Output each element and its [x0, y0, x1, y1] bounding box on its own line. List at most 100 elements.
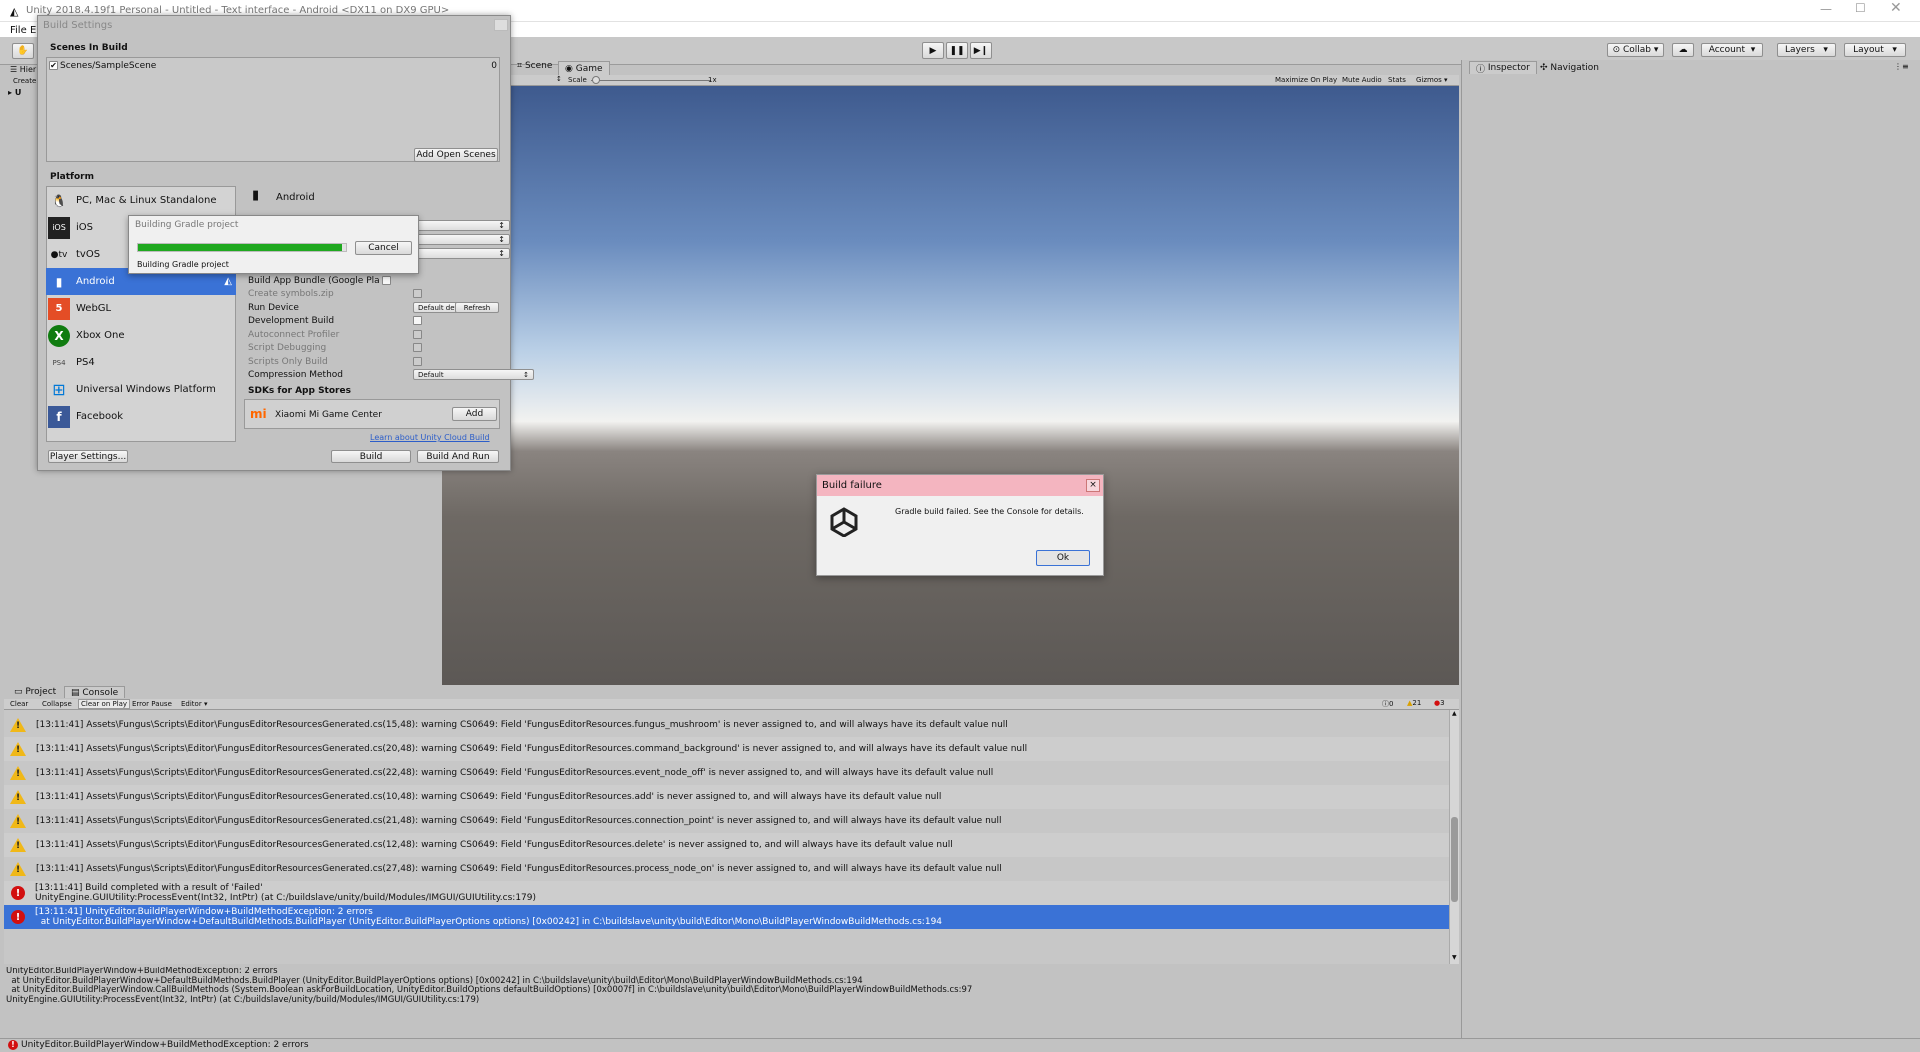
platform-facebook[interactable]: f Facebook [46, 403, 236, 430]
warning-count[interactable]: ▲21 [1407, 699, 1421, 707]
minimize-button[interactable]: — [1820, 2, 1832, 16]
error-icon: ! [11, 910, 25, 924]
play-button[interactable]: ▶ [922, 42, 944, 59]
inspector-tab[interactable]: ⓘ Inspector [1469, 61, 1537, 75]
ios-icon: iOS [48, 216, 70, 239]
build-app-bundle-checkbox[interactable] [381, 276, 391, 285]
console-toolbar: Clear Collapse Clear on Play Error Pause… [4, 699, 1459, 710]
navigation-tab[interactable]: ✣ Navigation [1534, 61, 1605, 74]
display-dropdown-arrow[interactable]: ↕ [556, 75, 562, 83]
scale-slider-thumb[interactable] [592, 76, 600, 84]
log-row[interactable]: [13:11:41] Assets\Fungus\Scripts\Editor\… [4, 737, 1449, 761]
create-dropdown[interactable]: Create [13, 77, 36, 85]
failure-message: Gradle build failed. See the Console for… [895, 507, 1084, 516]
failure-close-button[interactable]: × [1086, 479, 1100, 492]
scene-name: Scenes/SampleScene [60, 60, 157, 71]
clear-button[interactable]: Clear [10, 700, 28, 708]
log-row-selected[interactable]: ! [13:11:41] UnityEditor.BuildPlayerWindo… [4, 905, 1449, 929]
game-tab[interactable]: ◉ Game [558, 61, 610, 75]
hierarchy-root[interactable]: ▸ U [8, 88, 21, 97]
console-scrollbar[interactable]: ▲ ▼ [1449, 710, 1459, 964]
stats-toggle[interactable]: Stats [1388, 76, 1406, 84]
log-row[interactable]: [13:11:41] Assets\Fungus\Scripts\Editor\… [4, 713, 1449, 737]
cloud-button[interactable]: ☁ [1672, 43, 1694, 57]
pause-button[interactable]: ❚❚ [946, 42, 968, 59]
scroll-up-arrow[interactable]: ▲ [1452, 710, 1457, 717]
error-pause-toggle[interactable]: Error Pause [132, 700, 172, 708]
menu-file[interactable]: File [10, 25, 27, 36]
progress-status: Building Gradle project [137, 260, 229, 269]
maximize-button[interactable]: ☐ [1855, 1, 1866, 15]
build-button[interactable]: Build [331, 450, 411, 463]
webgl-icon: 5 [48, 297, 70, 320]
warning-icon [10, 717, 26, 733]
status-bar[interactable]: ! UnityEditor.BuildPlayerWindow+BuildMet… [0, 1038, 1920, 1052]
close-build-settings-button[interactable] [494, 19, 508, 31]
log-count[interactable]: ⓘ0 [1382, 699, 1393, 709]
scripts-only-checkbox[interactable] [413, 357, 422, 366]
step-button[interactable]: ▶❙ [970, 42, 992, 59]
scroll-down-arrow[interactable]: ▼ [1452, 954, 1457, 961]
close-window-button[interactable]: ✕ [1890, 0, 1902, 16]
clear-on-play-toggle[interactable]: Clear on Play [78, 699, 131, 709]
script-debugging-checkbox[interactable] [413, 343, 422, 352]
create-symbols-checkbox[interactable] [413, 289, 422, 298]
layout-dropdown[interactable]: Layout ▾ [1844, 43, 1906, 57]
editor-dropdown[interactable]: Editor ▾ [181, 700, 207, 708]
gizmos-dropdown[interactable]: Gizmos ▾ [1416, 76, 1448, 84]
selected-platform-name: Android [276, 192, 315, 203]
log-row[interactable]: [13:11:41] Assets\Fungus\Scripts\Editor\… [4, 857, 1449, 881]
game-view[interactable] [442, 86, 1459, 685]
player-settings-button[interactable]: Player Settings... [48, 450, 128, 463]
platform-ps4[interactable]: PS4 PS4 [46, 349, 236, 376]
platform-pc[interactable]: 🐧 PC, Mac & Linux Standalone [46, 187, 236, 214]
warning-icon [10, 861, 26, 877]
add-open-scenes-button[interactable]: Add Open Scenes [414, 148, 498, 162]
refresh-button[interactable]: Refresh [455, 302, 499, 313]
mute-audio-toggle[interactable]: Mute Audio [1342, 76, 1382, 84]
log-row[interactable]: [13:11:41] Assets\Fungus\Scripts\Editor\… [4, 833, 1449, 857]
log-row[interactable]: [13:11:41] Assets\Fungus\Scripts\Editor\… [4, 809, 1449, 833]
progress-dialog: Building Gradle project Cancel Building … [128, 215, 419, 274]
create-symbols-row: Create symbols.zip [248, 287, 512, 300]
development-build-checkbox[interactable] [413, 316, 422, 325]
scene-checkbox[interactable] [49, 61, 58, 70]
collapse-toggle[interactable]: Collapse [42, 700, 72, 708]
log-row[interactable]: [13:11:41] Assets\Fungus\Scripts\Editor\… [4, 761, 1449, 785]
scroll-thumb[interactable] [1451, 817, 1458, 902]
cloud-build-link[interactable]: Learn about Unity Cloud Build [370, 433, 490, 442]
log-row[interactable]: [13:11:41] Assets\Fungus\Scripts\Editor\… [4, 785, 1449, 809]
scene-item[interactable]: Scenes/SampleScene 0 [49, 60, 497, 71]
platform-webgl[interactable]: 5 WebGL [46, 295, 236, 322]
collab-dropdown[interactable]: ⊙ Collab ▾ [1607, 43, 1664, 57]
layers-dropdown[interactable]: Layers ▾ [1777, 43, 1836, 57]
scene-tab[interactable]: ⌗ Scene [517, 61, 552, 75]
warning-icon [10, 789, 26, 805]
platform-xbox[interactable]: X Xbox One [46, 322, 236, 349]
error-count[interactable]: ●3 [1434, 699, 1445, 707]
cancel-button[interactable]: Cancel [355, 241, 412, 255]
autoconnect-profiler-row: Autoconnect Profiler [248, 328, 512, 341]
compression-method-dropdown[interactable]: Default ↕ [413, 369, 534, 380]
info-icon: ⓘ [1476, 64, 1488, 75]
project-tab[interactable]: ▭ Project [8, 686, 62, 698]
hand-tool-button[interactable]: ✋ [12, 43, 34, 59]
scale-slider[interactable] [591, 80, 711, 81]
platform-uwp[interactable]: ⊞ Universal Windows Platform [46, 376, 236, 403]
menu-edit[interactable]: E [30, 25, 36, 36]
console-tab[interactable]: ▤ Console [64, 686, 126, 698]
autoconnect-profiler-checkbox[interactable] [413, 330, 422, 339]
selected-platform-icon: ▮ [252, 188, 260, 203]
compression-method-row: Compression Method Default ↕ [248, 368, 534, 381]
maximize-on-play-toggle[interactable]: Maximize On Play [1275, 76, 1337, 84]
log-row[interactable]: ! [13:11:41] Build completed with a resul… [4, 881, 1449, 905]
hierarchy-tab[interactable]: ☰ Hier [10, 65, 36, 74]
build-and-run-button[interactable]: Build And Run [417, 450, 499, 463]
panel-menu-icon[interactable]: ⋮≡ [1894, 62, 1909, 71]
ok-button[interactable]: Ok [1036, 550, 1090, 566]
sdk-row: mi Xiaomi Mi Game Center Add [244, 399, 500, 429]
account-dropdown[interactable]: Account ▾ [1701, 43, 1763, 57]
scenes-list[interactable]: Scenes/SampleScene 0 [46, 57, 500, 162]
sdk-add-button[interactable]: Add [452, 407, 497, 421]
scale-label: Scale [568, 76, 587, 84]
